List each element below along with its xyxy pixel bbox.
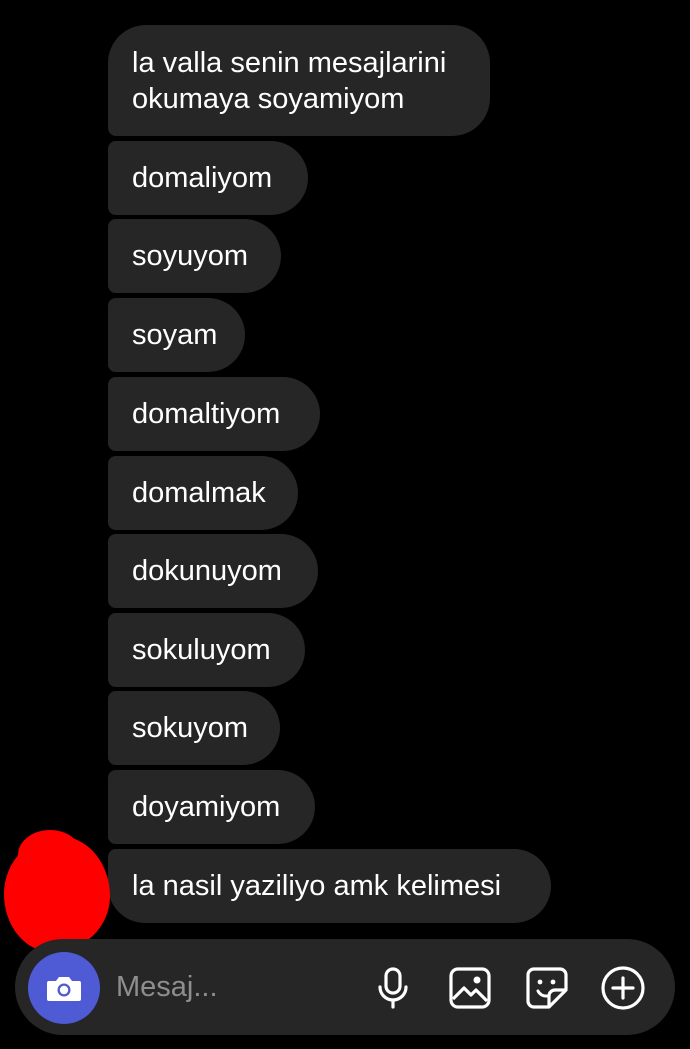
camera-icon (47, 977, 81, 1001)
message-bubble[interactable]: domaltiyom (108, 377, 320, 451)
message-bubble[interactable]: doyamiyom (108, 770, 315, 844)
gallery-button[interactable] (447, 965, 493, 1011)
message-bubble[interactable]: la valla senin mesajlarini okumaya soyam… (108, 25, 490, 136)
sticker-icon (526, 967, 568, 1009)
message-bubble[interactable]: sokuluyom (108, 613, 305, 687)
microphone-icon (378, 967, 408, 1009)
message-bubble[interactable]: soyuyom (108, 219, 281, 293)
message-bubble[interactable]: la nasil yaziliyo amk kelimesi (108, 849, 551, 923)
message-bubble[interactable]: domalmak (108, 456, 298, 530)
redacted-avatar (4, 830, 110, 952)
gallery-icon (449, 967, 491, 1009)
plus-icon (601, 966, 645, 1010)
message-input[interactable]: Mesaj... (116, 969, 218, 1005)
camera-button[interactable] (28, 952, 100, 1024)
message-composer: Mesaj... (15, 939, 675, 1035)
message-bubble[interactable]: sokuyom (108, 691, 280, 765)
message-bubble[interactable]: dokunuyom (108, 534, 318, 608)
sticker-button[interactable] (524, 965, 570, 1011)
message-bubble[interactable]: soyam (108, 298, 245, 372)
message-bubble[interactable]: domaliyom (108, 141, 308, 215)
more-button[interactable] (600, 965, 646, 1011)
microphone-button[interactable] (370, 965, 416, 1011)
